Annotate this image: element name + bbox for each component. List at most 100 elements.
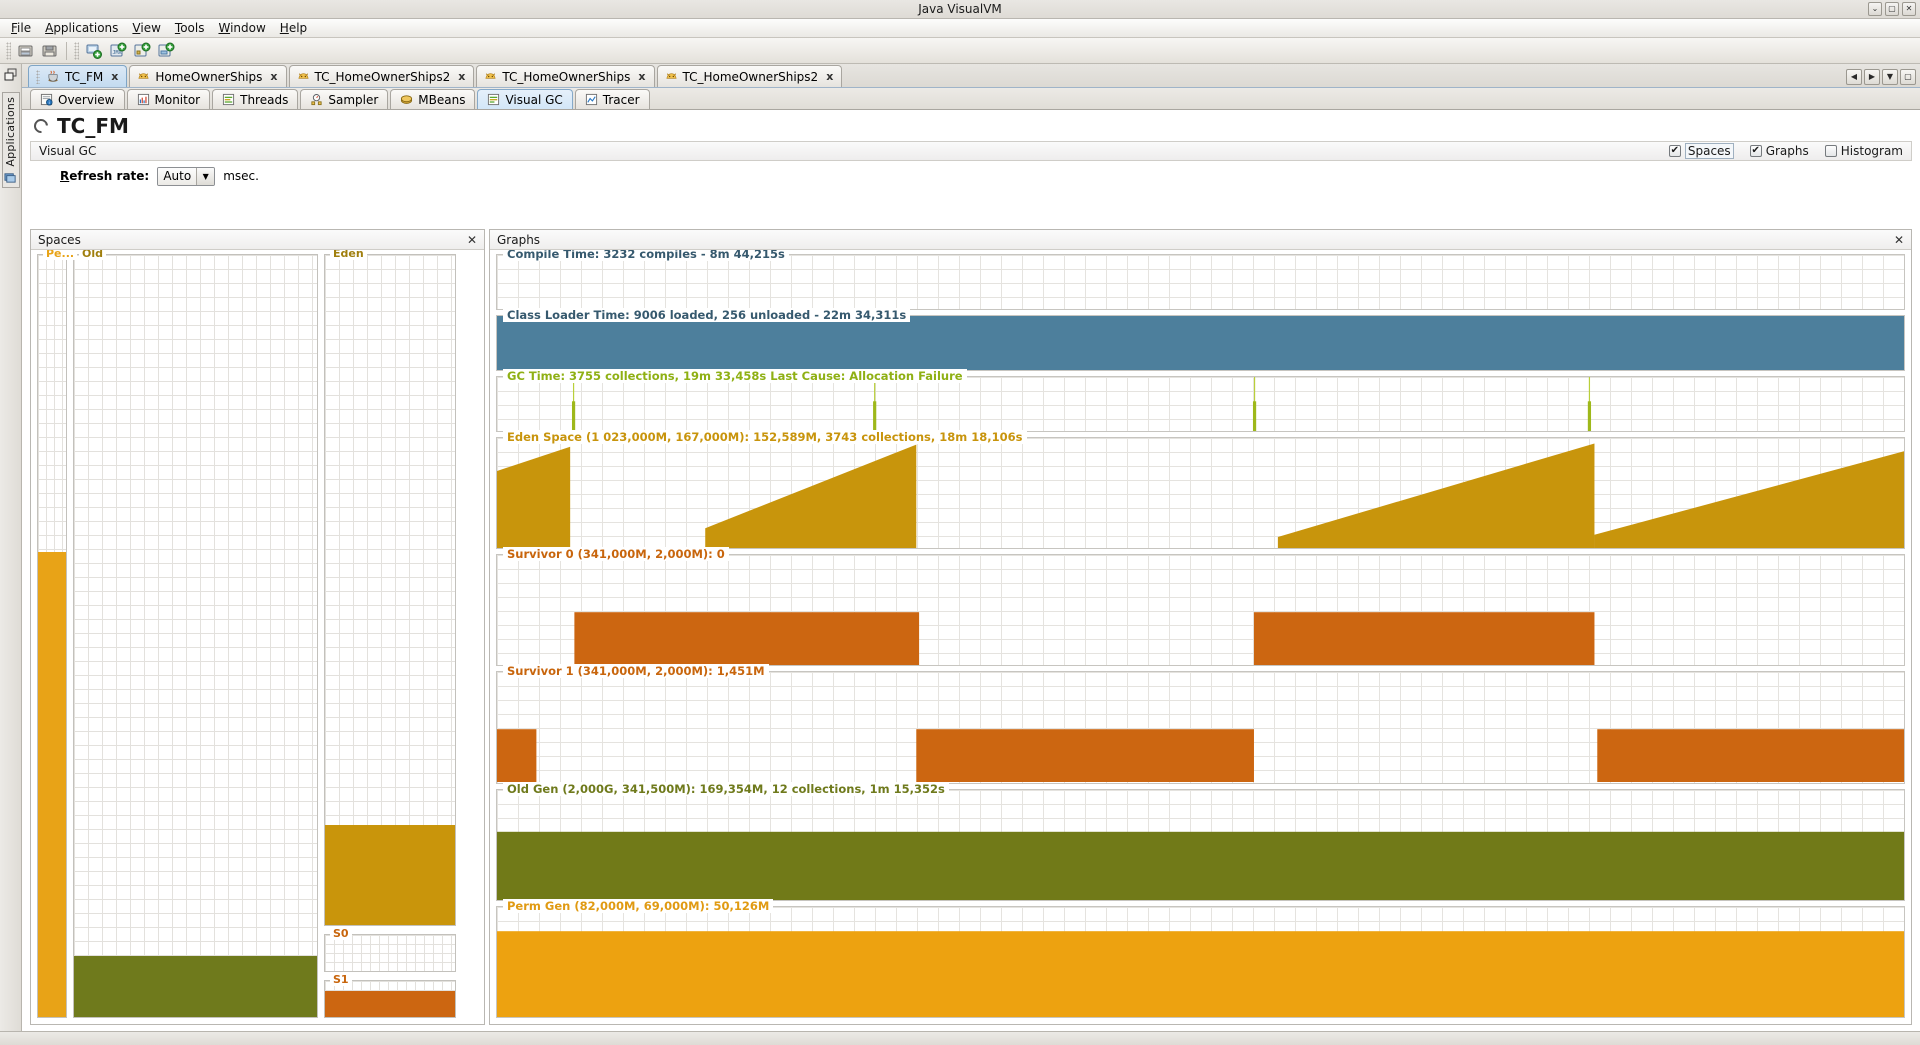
- doc-tab-label: TC_HomeOwnerShips2: [682, 69, 819, 84]
- close-icon[interactable]: ✕: [1902, 2, 1916, 16]
- doc-tab-close-icon[interactable]: x: [458, 70, 465, 83]
- doc-tab-homeownerships[interactable]: HomeOwnerShips x: [129, 65, 287, 87]
- tab-scroll-right-icon[interactable]: ▶: [1864, 69, 1880, 85]
- menu-item-window[interactable]: Window: [211, 19, 272, 37]
- tab-maximize-icon[interactable]: ▢: [1900, 69, 1916, 85]
- graph-old-gen[interactable]: Old Gen (2,000G, 341,500M): 169,354M, 12…: [496, 781, 1905, 901]
- doc-tab-tc-fm[interactable]: TC_FM x: [28, 65, 128, 87]
- menu-item-tools[interactable]: Tools: [168, 19, 212, 37]
- graph-plot-eden-space: [497, 438, 1904, 549]
- checkbox-graphs[interactable]: Graphs: [1749, 144, 1809, 158]
- doc-tab-tc-homeownerships[interactable]: TC_HomeOwnerShips x: [476, 65, 655, 87]
- tomcat-icon: [297, 73, 309, 79]
- spaces-panel-close-icon[interactable]: ✕: [467, 233, 477, 247]
- graph-plot-survivor-0: [497, 555, 1904, 666]
- svg-text:i: i: [49, 100, 50, 106]
- graph-plot-perm-gen: [497, 906, 1904, 1018]
- graphs-panel-title: Graphs: [497, 232, 541, 247]
- maximize-icon[interactable]: ▢: [1885, 2, 1899, 16]
- tab-overview[interactable]: i Overview: [30, 89, 125, 109]
- space-fill-perm: [38, 552, 66, 1017]
- spaces-panel-title: Spaces: [38, 232, 81, 247]
- graph-gc-time[interactable]: GC Time: 3755 collections, 19m 33,458s L…: [496, 369, 1905, 432]
- graphs-panel: Graphs ✕ Compile Time: 3232 compiles - 8…: [489, 229, 1912, 1025]
- space-box-perm[interactable]: Pe...: [37, 250, 78, 1018]
- tab-visual-gc[interactable]: Visual GC: [477, 89, 573, 109]
- add-remote-host-icon[interactable]: [131, 40, 153, 62]
- sidebar-item-applications[interactable]: Applications: [1, 92, 20, 188]
- doc-tab-label: TC_HomeOwnerShips2: [314, 69, 451, 84]
- toolbar-grip-2[interactable]: [74, 41, 79, 60]
- space-box-eden[interactable]: Eden: [324, 250, 456, 926]
- graph-compile-time[interactable]: Compile Time: 3232 compiles - 8m 44,215s: [496, 250, 1905, 310]
- menu-bar: FFileile Applications View Tools Window …: [0, 19, 1920, 38]
- add-vm-coredump-icon[interactable]: [155, 40, 177, 62]
- space-column-perm: Pe...: [37, 250, 78, 1018]
- graph-title-compile-time: Compile Time: 3232 compiles - 8m 44,215s: [503, 250, 789, 261]
- minimize-icon[interactable]: ⌄: [1868, 2, 1882, 16]
- visual-gc-sub-bar: Visual GC Spaces Graphs Histogram: [30, 141, 1912, 161]
- panels-container: Spaces ✕ Pe... Old Eden S0 S1 Graphs ✕ C…: [30, 229, 1912, 1025]
- spaces-panel-body: Pe... Old Eden S0 S1: [31, 250, 484, 1024]
- graph-class-loader-time[interactable]: Class Loader Time: 9006 loaded, 256 unlo…: [496, 308, 1905, 371]
- graph-title-old-gen: Old Gen (2,000G, 341,500M): 169,354M, 12…: [503, 781, 949, 796]
- menu-item-file[interactable]: FFileile: [4, 19, 38, 37]
- graph-plot-survivor-1: [497, 672, 1904, 783]
- graph-perm-gen[interactable]: Perm Gen (82,000M, 69,000M): 50,126M: [496, 898, 1905, 1019]
- doc-tab-tc-homeownerships2[interactable]: TC_HomeOwnerShips2 x: [288, 65, 475, 87]
- space-fill-eden: [325, 824, 455, 925]
- space-column-old: Old: [73, 250, 318, 1018]
- tab-tracer[interactable]: Tracer: [574, 89, 650, 109]
- graph-survivor-1[interactable]: Survivor 1 (341,000M, 2,000M): 1,451M: [496, 664, 1905, 784]
- refresh-rate-unit: msec.: [223, 169, 259, 183]
- doc-tab-close-icon[interactable]: x: [270, 70, 277, 83]
- checkbox-spaces[interactable]: Spaces: [1668, 143, 1734, 159]
- tracer-icon: [585, 93, 597, 106]
- tab-threads[interactable]: Threads: [212, 89, 299, 109]
- open-snapshot-icon[interactable]: [15, 40, 37, 62]
- graph-plot-class-loader-time: [497, 316, 1904, 370]
- doc-tab-label: TC_HomeOwnerShips: [502, 69, 631, 84]
- checkbox-spaces-box[interactable]: [1668, 145, 1681, 157]
- space-box-s1[interactable]: S1: [324, 973, 456, 1018]
- graphs-panel-close-icon[interactable]: ✕: [1894, 233, 1904, 247]
- doc-tab-label: TC_FM: [65, 69, 104, 84]
- menu-item-view[interactable]: View: [125, 19, 167, 37]
- checkbox-spaces-label: Spaces: [1684, 143, 1734, 159]
- checkbox-histogram[interactable]: Histogram: [1824, 144, 1903, 158]
- tab-scroll-left-icon[interactable]: ◀: [1846, 69, 1862, 85]
- tab-monitor[interactable]: Monitor: [126, 89, 211, 109]
- toolbar-grip[interactable]: [6, 41, 11, 60]
- tab-list-dropdown-icon[interactable]: ▼: [1882, 69, 1898, 85]
- menu-item-help[interactable]: Help: [273, 19, 314, 37]
- graph-survivor-0[interactable]: Survivor 0 (341,000M, 2,000M): 0: [496, 547, 1905, 667]
- graph-eden-space[interactable]: Eden Space (1 023,000M, 167,000M): 152,5…: [496, 430, 1905, 550]
- doc-tab-close-icon[interactable]: x: [638, 70, 645, 83]
- doc-tab-close-icon[interactable]: x: [826, 70, 833, 83]
- space-grid-s0: [325, 935, 455, 971]
- window-buttons: ⌄ ▢ ✕: [1868, 2, 1916, 16]
- checkbox-histogram-box[interactable]: [1824, 145, 1837, 157]
- windows-icon[interactable]: [4, 68, 18, 82]
- menu-item-applications[interactable]: Applications: [38, 19, 125, 37]
- space-box-s0[interactable]: S0: [324, 927, 456, 972]
- tab-mbeans[interactable]: MBeans: [390, 89, 476, 109]
- doc-tab-tc-homeownerships2-b[interactable]: TC_HomeOwnerShips2 x: [656, 65, 843, 87]
- page-title: TC_FM: [57, 114, 129, 138]
- space-fill-old: [74, 956, 317, 1017]
- chevron-down-icon[interactable]: ▼: [196, 167, 215, 185]
- checkbox-graphs-label: Graphs: [1765, 144, 1809, 158]
- tab-sampler[interactable]: Sampler: [300, 89, 389, 109]
- space-fill-s1: [325, 991, 455, 1017]
- checkbox-graphs-box[interactable]: [1749, 145, 1762, 157]
- overview-icon: i: [40, 93, 53, 106]
- graph-plot-gc-time: [497, 377, 1904, 431]
- add-jmx-icon[interactable]: JMX: [107, 40, 129, 62]
- refresh-rate-select[interactable]: Auto ▼: [157, 166, 216, 186]
- add-jmx-connection-icon[interactable]: [83, 40, 105, 62]
- space-box-old[interactable]: Old: [73, 250, 318, 1018]
- save-snapshot-icon[interactable]: [39, 40, 61, 62]
- sub-bar-title: Visual GC: [39, 144, 97, 158]
- doc-tab-close-icon[interactable]: x: [111, 70, 118, 83]
- display-options-group: Spaces Graphs Histogram: [1668, 143, 1903, 159]
